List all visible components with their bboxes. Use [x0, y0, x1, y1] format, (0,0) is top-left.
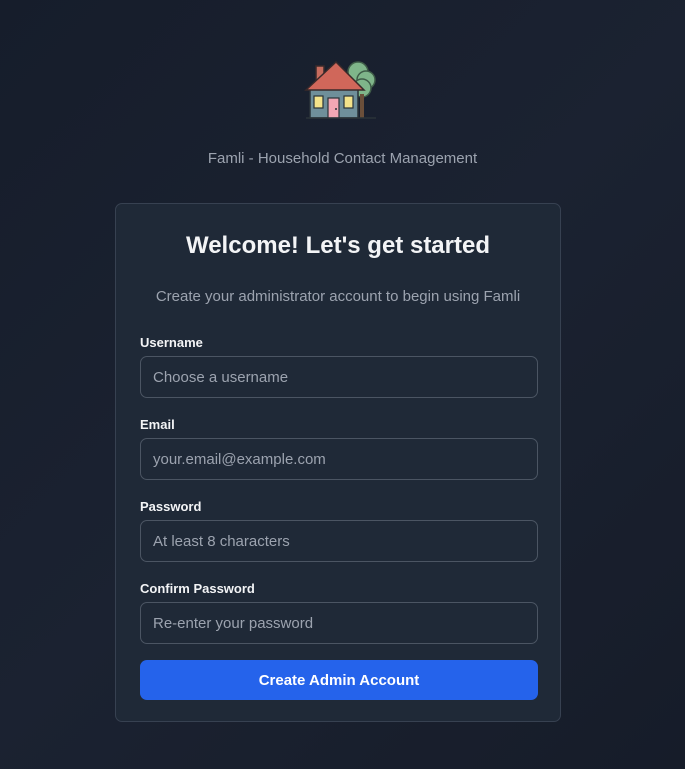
- password-label: Password: [140, 499, 202, 514]
- app-subtitle: Famli - Household Contact Management: [207, 150, 478, 167]
- confirm-password-input[interactable]: [140, 602, 538, 644]
- username-label: Username: [140, 335, 203, 350]
- card-description: Create your administrator account to beg…: [155, 288, 521, 305]
- signup-card: Welcome! Let's get started Create your a…: [115, 203, 561, 722]
- create-admin-account-button[interactable]: Create Admin Account: [140, 660, 538, 700]
- username-input[interactable]: [140, 356, 538, 398]
- house-icon: [304, 60, 376, 119]
- password-input[interactable]: [140, 520, 538, 562]
- email-label: Email: [140, 417, 175, 432]
- confirm-password-label: Confirm Password: [140, 581, 255, 596]
- email-input[interactable]: [140, 438, 538, 480]
- card-title: Welcome! Let's get started: [185, 232, 490, 259]
